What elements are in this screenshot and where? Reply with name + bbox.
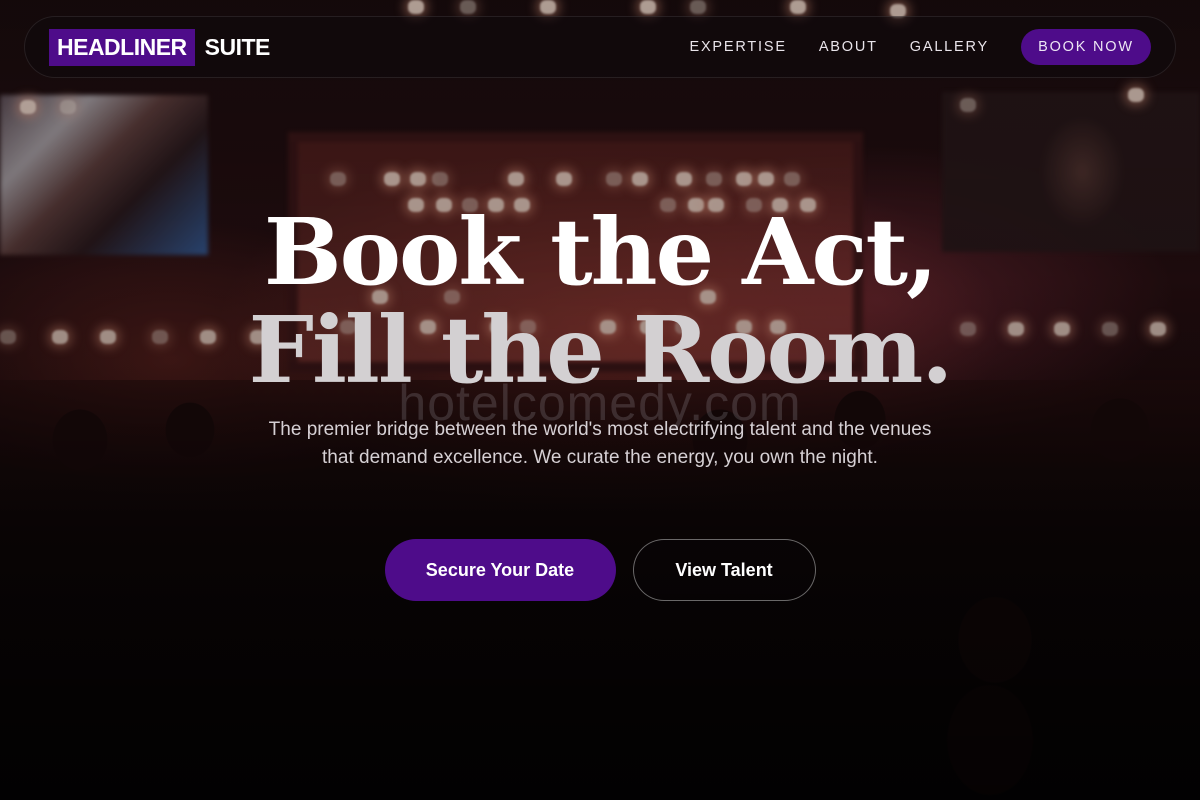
hero-cta-row: Secure Your Date View Talent — [0, 539, 1200, 601]
secure-your-date-button[interactable]: Secure Your Date — [384, 539, 616, 601]
nav-links: EXPERTISE ABOUT GALLERY BOOK NOW — [689, 29, 1151, 65]
nav-link-gallery[interactable]: GALLERY — [910, 39, 989, 55]
logo-suite: SUITE — [204, 33, 271, 60]
nav-link-expertise[interactable]: EXPERTISE — [689, 39, 786, 55]
top-navbar: HEADLINER SUITE EXPERTISE ABOUT GALLERY … — [24, 16, 1176, 78]
hero-headline: Book the Act, Fill the Room. — [0, 203, 1200, 399]
hero-subtitle: The premier bridge between the world's m… — [268, 419, 932, 468]
headline-line-1: Book the Act, — [263, 198, 938, 306]
brand-logo[interactable]: HEADLINER SUITE — [49, 28, 271, 66]
book-now-button[interactable]: BOOK NOW — [1021, 29, 1151, 65]
nav-link-about[interactable]: ABOUT — [819, 39, 878, 55]
logo-headliner: HEADLINER — [49, 28, 195, 66]
view-talent-button[interactable]: View Talent — [632, 539, 816, 601]
